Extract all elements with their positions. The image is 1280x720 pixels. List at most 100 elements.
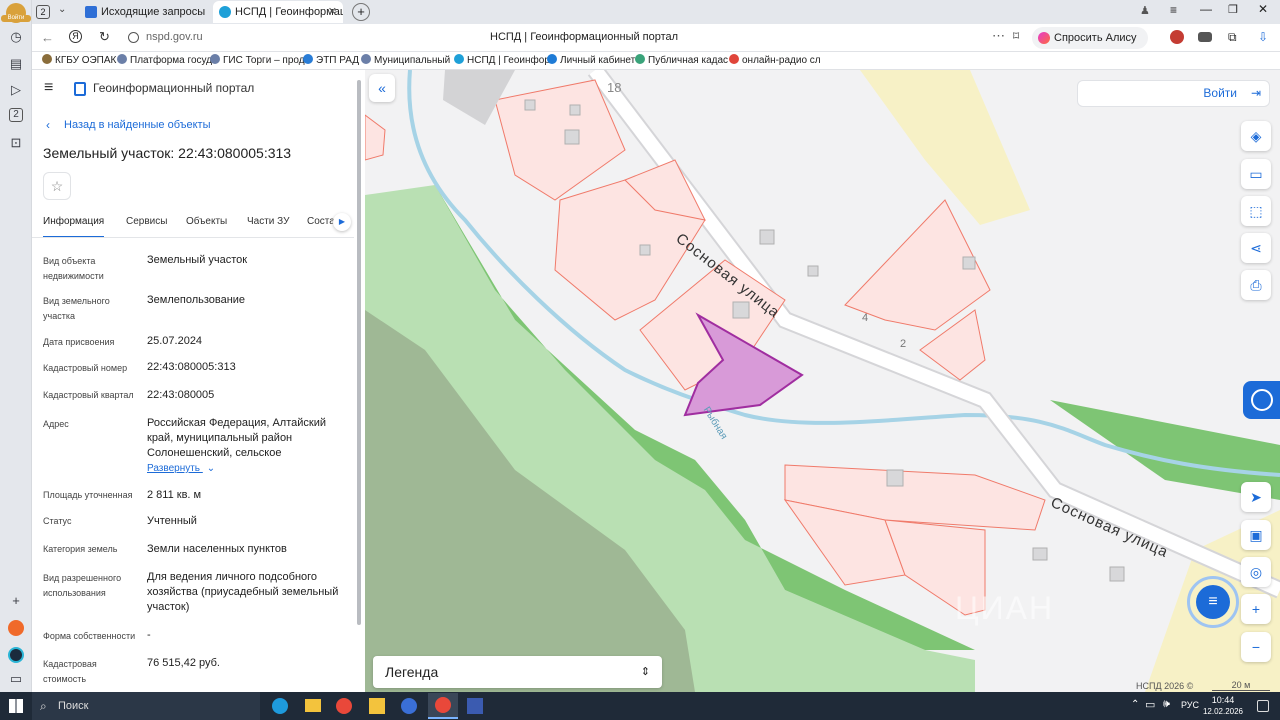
bookmark-item[interactable]: Муниципальный xyxy=(361,54,450,68)
bookmark-item[interactable]: ЭТП РАД xyxy=(303,54,359,68)
network-icon[interactable]: ▭ xyxy=(1145,698,1155,711)
bookmark-page-icon[interactable]: ⌑ xyxy=(1013,29,1019,43)
close-tab-icon[interactable]: ✕ xyxy=(328,1,337,23)
close-window-icon[interactable]: ✕ xyxy=(1258,2,1268,16)
map-canvas[interactable]: Сосновая улица Сосновая улица Рыбная 18 … xyxy=(365,70,1280,692)
extension-icon-3[interactable]: ⧉ xyxy=(1228,30,1237,45)
tab-objects[interactable]: Объекты xyxy=(186,216,227,227)
language-indicator[interactable]: РУС xyxy=(1181,700,1199,710)
field-value: 76 515,42 руб. xyxy=(147,657,220,669)
collapse-panel-button[interactable]: « xyxy=(369,74,395,102)
back-icon[interactable]: ← xyxy=(41,30,54,45)
app-icon[interactable] xyxy=(401,698,417,714)
tabs-divider xyxy=(32,237,354,238)
menu-icon[interactable]: ≡ xyxy=(1170,3,1177,17)
hamburger-icon[interactable]: ≡ xyxy=(44,80,53,96)
tab-info[interactable]: Информация xyxy=(43,216,105,238)
clock-date[interactable]: 12.02.2026 xyxy=(1202,707,1244,716)
play-icon[interactable]: ▷ xyxy=(7,81,25,99)
chevron-updown-icon: ⇕ xyxy=(640,666,650,678)
taskbar: ⌕ Поиск ⌃ ▭ 🕪 РУС 10:44 12.02.2026 xyxy=(0,692,1280,720)
building xyxy=(639,244,651,256)
tab-list-chevron-icon[interactable]: ⌄ xyxy=(58,4,66,15)
share-button[interactable]: ⋖ xyxy=(1241,233,1271,263)
bookmark-icon[interactable]: ♟ xyxy=(1140,4,1150,17)
alice-icon xyxy=(1038,32,1050,44)
tab-composition[interactable]: Соста xyxy=(307,216,335,227)
house-number: 4 xyxy=(862,312,869,324)
bookmark-item[interactable]: онлайн-радио сл xyxy=(729,54,821,68)
site-info-icon[interactable] xyxy=(128,32,139,43)
notifications-icon[interactable] xyxy=(1257,700,1269,712)
new-tab-button[interactable]: + xyxy=(352,3,370,21)
tray-chevron-icon[interactable]: ⌃ xyxy=(1131,699,1139,710)
yandex-active-icon[interactable] xyxy=(428,693,458,719)
back-chevron-icon[interactable]: ‹ xyxy=(46,118,50,132)
yandex-icon[interactable]: Я xyxy=(69,30,82,43)
field-label: Площадь уточненная xyxy=(43,490,133,500)
minimap-button[interactable]: ▣ xyxy=(1241,520,1271,550)
taskbar-search[interactable]: ⌕ Поиск xyxy=(32,692,260,720)
ruler-button[interactable]: ▭ xyxy=(1241,159,1271,189)
bookmark-item[interactable]: ГИС Торги – прод xyxy=(210,54,305,68)
app-icon-dark[interactable] xyxy=(8,647,24,663)
restore-icon[interactable]: ❐ xyxy=(1228,3,1238,16)
history-icon[interactable]: ◷ xyxy=(7,28,25,46)
tab-nspd[interactable]: НСПД | Геоинформаци ✕ xyxy=(213,1,343,23)
screenshot-icon[interactable]: ⊡ xyxy=(7,134,25,152)
app-icon-orange[interactable] xyxy=(8,620,24,636)
assistant-bubble[interactable]: ≡ xyxy=(1187,576,1239,628)
bookmark-item[interactable]: Публичная кадас xyxy=(635,54,728,68)
back-link[interactable]: Назад в найденные объекты xyxy=(64,119,211,131)
zoom-in-button[interactable]: + xyxy=(1241,594,1271,624)
tab-services[interactable]: Сервисы xyxy=(126,216,167,227)
favorite-star-button[interactable]: ☆ xyxy=(43,172,71,200)
url-text[interactable]: nspd.gov.ru xyxy=(146,31,203,43)
explorer-icon[interactable] xyxy=(305,699,321,712)
print-button[interactable]: ⎙ xyxy=(1241,270,1271,300)
bookmark-item[interactable]: Личный кабинет xyxy=(547,54,635,68)
yandex-browser-icon[interactable] xyxy=(336,698,352,714)
minimize-icon[interactable]: — xyxy=(1200,2,1212,16)
tabs-next-button[interactable]: ▶ xyxy=(333,213,351,231)
extension-icon-1[interactable] xyxy=(1170,30,1184,44)
reload-icon[interactable]: ↻ xyxy=(99,29,110,45)
locate-button[interactable]: ➤ xyxy=(1241,482,1271,512)
save-app-icon[interactable] xyxy=(467,698,483,714)
extension-icon-2[interactable] xyxy=(1198,32,1212,42)
field-value: Земельный участок xyxy=(147,254,248,266)
select-area-button[interactable]: ⬚ xyxy=(1241,196,1271,226)
field-label: Категория земель xyxy=(43,544,118,554)
bookmark-item[interactable]: КГБУ ОЭПАК xyxy=(42,54,116,68)
add-icon[interactable]: + xyxy=(7,592,25,610)
geolocation-button[interactable]: ◎ xyxy=(1241,557,1271,587)
tab-outgoing-requests[interactable]: Исходящие запросы СМЭ xyxy=(79,1,207,23)
sidebar-collapse-icon[interactable]: ▭ xyxy=(7,670,25,688)
field-label: Кадастровый квартал xyxy=(43,390,134,400)
bookmark-item[interactable]: Платформа госуд xyxy=(117,54,212,68)
expand-link[interactable]: Развернуть ⌄ xyxy=(147,463,215,474)
more-icon[interactable]: ⋯ xyxy=(992,28,1005,44)
edge-icon[interactable] xyxy=(272,698,288,714)
clock-time[interactable]: 10:44 xyxy=(1211,695,1235,705)
chat-support-button[interactable] xyxy=(1243,381,1280,419)
volume-icon[interactable]: 🕪 xyxy=(1163,698,1170,711)
bookmark-item[interactable]: НСПД | Геоинфор xyxy=(454,54,550,68)
downloads-icon[interactable]: ⇩ xyxy=(1258,30,1268,44)
batman-app-icon[interactable] xyxy=(369,698,385,714)
sidebar-badge[interactable]: 2 xyxy=(9,108,23,122)
minus-icon: − xyxy=(1251,639,1261,655)
notes-icon[interactable]: ▤ xyxy=(7,55,25,73)
tab-parts[interactable]: Части ЗУ xyxy=(247,216,289,227)
legend-button[interactable]: Легенда ⇕ xyxy=(373,656,662,688)
login-button[interactable]: Войти ⇥ xyxy=(1077,80,1270,107)
profile-login-label[interactable]: Войти xyxy=(1,15,31,22)
bookmark-label: ЭТП РАД xyxy=(316,55,360,66)
portal-title[interactable]: Геоинформационный портал xyxy=(93,81,254,95)
start-icon[interactable] xyxy=(9,699,23,713)
layers-button[interactable]: ◈ xyxy=(1241,121,1271,151)
tab-count-badge[interactable]: 2 xyxy=(36,5,50,19)
alice-button[interactable]: Спросить Алису AI xyxy=(1032,27,1148,66)
panel-scrollbar[interactable] xyxy=(357,80,361,625)
zoom-out-button[interactable]: − xyxy=(1241,632,1271,662)
